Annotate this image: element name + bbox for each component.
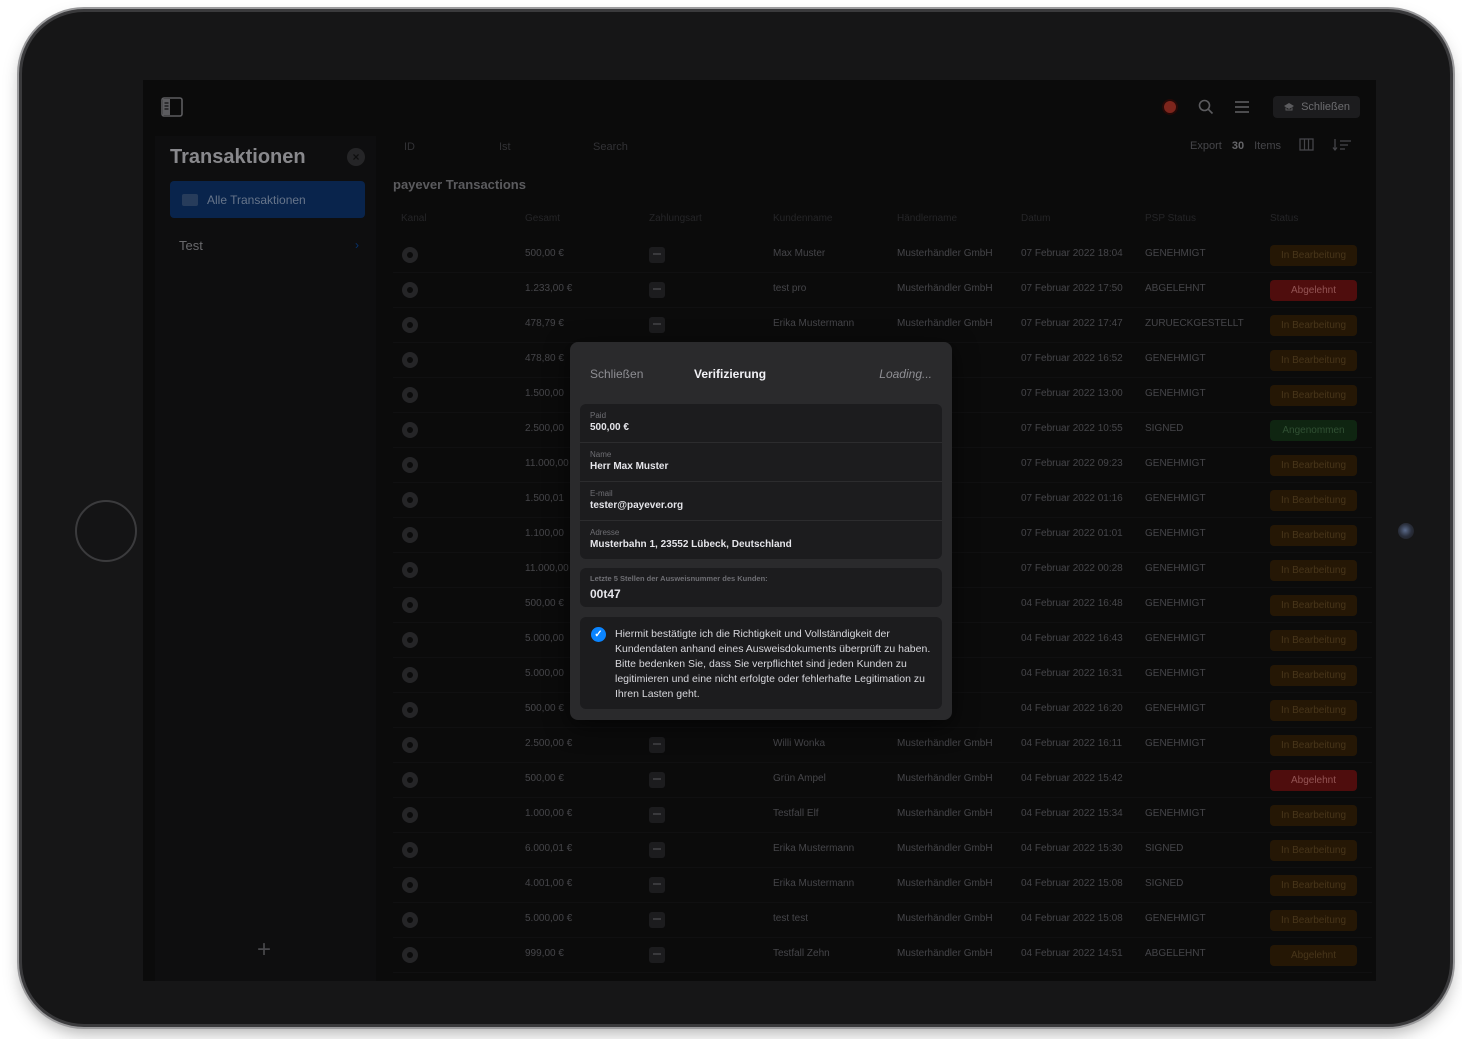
field-label: Paid	[590, 411, 607, 420]
camera-icon	[1398, 523, 1414, 539]
verification-modal: Schließen Verifizierung Loading... Paid …	[570, 342, 952, 720]
home-button[interactable]	[75, 500, 137, 562]
app-screen: Schließen Transaktionen × Alle Transakti…	[143, 80, 1376, 981]
modal-close-button[interactable]: Schließen	[590, 367, 643, 381]
field-value: tester@payever.org	[590, 500, 684, 511]
field-name: Name Herr Max Muster	[590, 450, 932, 472]
field-value: Musterbahn 1, 23552 Lübeck, Deutschland	[590, 539, 792, 550]
confirmation-text: Hiermit bestätigte ich die Richtigkeit u…	[615, 628, 931, 700]
loading-indicator: Loading...	[879, 367, 932, 381]
id-number-label: Letzte 5 Stellen der Ausweisnummer des K…	[590, 574, 768, 583]
checkmark-icon: ✓	[594, 629, 603, 640]
id-number-value: 00t47	[590, 587, 621, 601]
divider	[580, 520, 942, 521]
field-paid: Paid 500,00 €	[590, 411, 932, 433]
customer-info-card: Paid 500,00 € Name Herr Max Muster E-mai…	[580, 404, 942, 559]
field-label: E-mail	[590, 489, 613, 498]
ipad-frame: Schließen Transaktionen × Alle Transakti…	[22, 12, 1450, 1024]
field-label: Adresse	[590, 528, 620, 537]
id-number-field[interactable]: Letzte 5 Stellen der Ausweisnummer des K…	[580, 568, 942, 607]
field-email: E-mail tester@payever.org	[590, 489, 932, 511]
field-value: 500,00 €	[590, 422, 629, 433]
field-label: Name	[590, 450, 612, 459]
confirm-checkbox[interactable]: ✓	[591, 627, 606, 642]
field-address: Adresse Musterbahn 1, 23552 Lübeck, Deut…	[590, 528, 932, 550]
modal-title: Verifizierung	[694, 367, 767, 381]
modal-header: Schließen Verifizierung Loading...	[570, 342, 952, 400]
confirmation-card: ✓ Hiermit bestätigte ich die Richtigkeit…	[580, 617, 942, 709]
field-value: Herr Max Muster	[590, 461, 669, 472]
divider	[580, 442, 942, 443]
divider	[580, 481, 942, 482]
